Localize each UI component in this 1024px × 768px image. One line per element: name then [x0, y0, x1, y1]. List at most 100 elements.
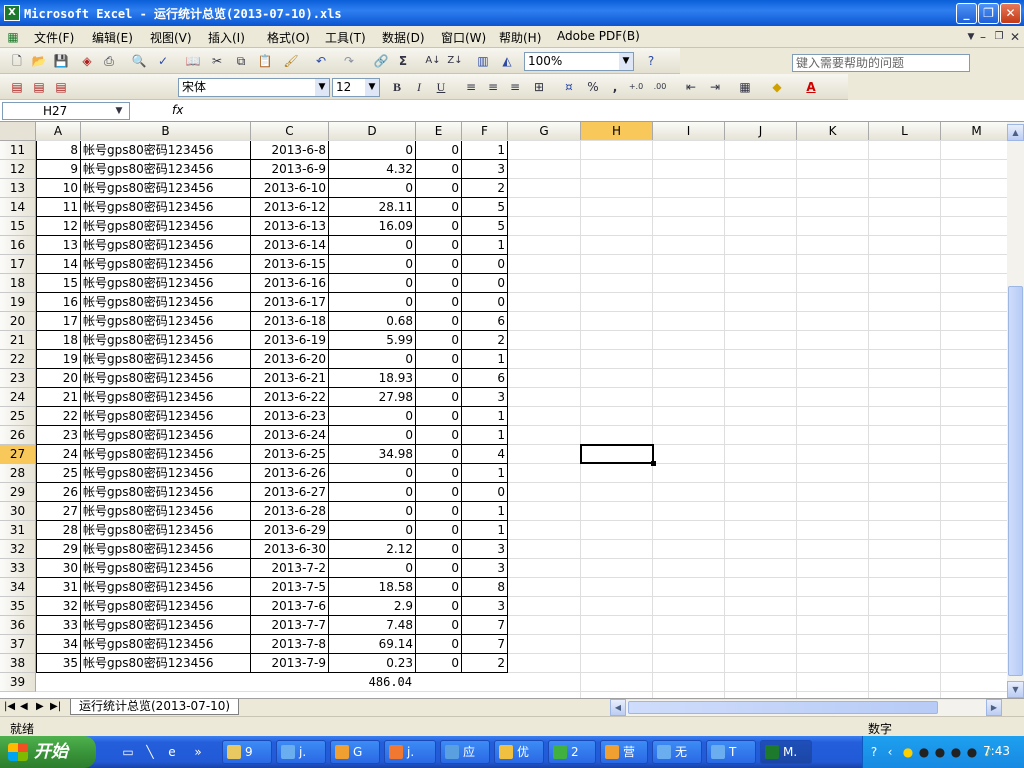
- cell-c[interactable]: 2013-6-23: [251, 407, 329, 426]
- cell-b[interactable]: 帐号gps80密码123456: [81, 236, 251, 255]
- cell-d[interactable]: 2.12: [329, 540, 416, 559]
- cell-e[interactable]: 0: [416, 521, 462, 540]
- taskbar-button[interactable]: M.: [760, 740, 812, 764]
- research-icon[interactable]: 📖: [184, 52, 202, 70]
- cell-b[interactable]: 帐号gps80密码123456: [81, 540, 251, 559]
- cell-d[interactable]: 27.98: [329, 388, 416, 407]
- cell-e[interactable]: 0: [416, 578, 462, 597]
- cell-b[interactable]: 帐号gps80密码123456: [81, 179, 251, 198]
- cell-a[interactable]: 27: [36, 502, 81, 521]
- zoom-select[interactable]: 100% ▼: [524, 52, 634, 71]
- paste-icon[interactable]: 📋: [256, 52, 274, 70]
- cell-a[interactable]: 11: [36, 198, 81, 217]
- permission-icon[interactable]: ◈: [78, 52, 96, 70]
- menu-tools[interactable]: 工具(T): [325, 29, 366, 46]
- cell-b[interactable]: 帐号gps80密码123456: [81, 578, 251, 597]
- currency-icon[interactable]: ¤: [560, 78, 578, 96]
- borders-icon[interactable]: ▦: [736, 78, 754, 96]
- cell-b[interactable]: 帐号gps80密码123456: [81, 312, 251, 331]
- open-icon[interactable]: 📂: [30, 52, 48, 70]
- help-icon[interactable]: ?: [642, 52, 660, 70]
- cell-c[interactable]: 2013-6-30: [251, 540, 329, 559]
- cell-a[interactable]: 24: [36, 445, 81, 464]
- tray-help-icon[interactable]: ?: [867, 744, 881, 760]
- cell-b[interactable]: 帐号gps80密码123456: [81, 635, 251, 654]
- quicklaunch-desktop-icon[interactable]: ▭: [120, 744, 136, 760]
- cell-e[interactable]: 0: [416, 559, 462, 578]
- cell-d[interactable]: 28.11: [329, 198, 416, 217]
- cell-d[interactable]: 0: [329, 179, 416, 198]
- cell-b[interactable]: 帐号gps80密码123456: [81, 616, 251, 635]
- cell-e[interactable]: 0: [416, 255, 462, 274]
- cell-a[interactable]: 18: [36, 331, 81, 350]
- cell-d[interactable]: 0: [329, 483, 416, 502]
- cell-e[interactable]: 0: [416, 369, 462, 388]
- cell-f[interactable]: 4: [462, 445, 508, 464]
- cell-e[interactable]: 0: [416, 141, 462, 160]
- scroll-down-icon[interactable]: ▼: [1007, 681, 1024, 698]
- workbook-icon[interactable]: ▦: [4, 28, 22, 46]
- row-header[interactable]: 16: [0, 236, 36, 255]
- row-header[interactable]: 31: [0, 521, 36, 540]
- cell-c[interactable]: 2013-7-5: [251, 578, 329, 597]
- cell-e[interactable]: 0: [416, 445, 462, 464]
- row-header[interactable]: 28: [0, 464, 36, 483]
- cell-e[interactable]: 0: [416, 179, 462, 198]
- cell-f[interactable]: 5: [462, 217, 508, 236]
- cell-b[interactable]: 帐号gps80密码123456: [81, 559, 251, 578]
- taskbar-button[interactable]: 2: [548, 740, 596, 764]
- print-icon[interactable]: ⎙: [100, 52, 118, 70]
- taskbar-button[interactable]: 无: [652, 740, 702, 764]
- cell-c[interactable]: 2013-7-6: [251, 597, 329, 616]
- cell-d[interactable]: 0: [329, 141, 416, 160]
- cell-e[interactable]: 0: [416, 236, 462, 255]
- cell-f[interactable]: 1: [462, 464, 508, 483]
- cell-c[interactable]: 2013-6-10: [251, 179, 329, 198]
- cell-f[interactable]: 3: [462, 559, 508, 578]
- cell-b[interactable]: 帐号gps80密码123456: [81, 198, 251, 217]
- select-all-corner[interactable]: [0, 122, 36, 141]
- row-header[interactable]: 22: [0, 350, 36, 369]
- cell-b[interactable]: 帐号gps80密码123456: [81, 331, 251, 350]
- cell-d[interactable]: 7.48: [329, 616, 416, 635]
- align-left-icon[interactable]: ≡: [462, 78, 480, 96]
- column-header-f[interactable]: F: [462, 122, 508, 141]
- cell-f[interactable]: 6: [462, 312, 508, 331]
- cell-a[interactable]: 21: [36, 388, 81, 407]
- total-cell[interactable]: 486.04: [329, 673, 416, 692]
- cell-c[interactable]: 2013-6-17: [251, 293, 329, 312]
- cell-c[interactable]: 2013-6-9: [251, 160, 329, 179]
- horizontal-scroll-thumb[interactable]: [628, 701, 938, 714]
- cell-a[interactable]: 33: [36, 616, 81, 635]
- italic-button[interactable]: I: [410, 78, 428, 96]
- row-header[interactable]: 18: [0, 274, 36, 293]
- cell-c[interactable]: 2013-6-18: [251, 312, 329, 331]
- cell-f[interactable]: 0: [462, 293, 508, 312]
- cell-f[interactable]: 8: [462, 578, 508, 597]
- column-header-e[interactable]: E: [416, 122, 462, 141]
- increase-indent-icon[interactable]: ⇥: [706, 78, 724, 96]
- cell-e[interactable]: 0: [416, 198, 462, 217]
- column-header-c[interactable]: C: [251, 122, 329, 141]
- cell-d[interactable]: 2.9: [329, 597, 416, 616]
- cell-a[interactable]: 16: [36, 293, 81, 312]
- cell-c[interactable]: 2013-6-14: [251, 236, 329, 255]
- cell-f[interactable]: 1: [462, 350, 508, 369]
- row-header[interactable]: 25: [0, 407, 36, 426]
- cell-c[interactable]: 2013-6-24: [251, 426, 329, 445]
- cell-f[interactable]: 3: [462, 597, 508, 616]
- chevron-down-icon[interactable]: ▼: [619, 53, 633, 70]
- cell-c[interactable]: 2013-6-16: [251, 274, 329, 293]
- cell-a[interactable]: 26: [36, 483, 81, 502]
- undo-icon[interactable]: ↶: [312, 52, 330, 70]
- cell-c[interactable]: 2013-6-26: [251, 464, 329, 483]
- cell-e[interactable]: 0: [416, 426, 462, 445]
- quicklaunch-app-icon[interactable]: ╲: [142, 744, 158, 760]
- column-header-d[interactable]: D: [329, 122, 416, 141]
- cell-f[interactable]: 6: [462, 369, 508, 388]
- cell-d[interactable]: 0: [329, 350, 416, 369]
- column-header-j[interactable]: J: [725, 122, 797, 141]
- cell-a[interactable]: 14: [36, 255, 81, 274]
- tray-qq-icon[interactable]: ●: [901, 744, 915, 760]
- tray-qq-icon[interactable]: ●: [949, 744, 963, 760]
